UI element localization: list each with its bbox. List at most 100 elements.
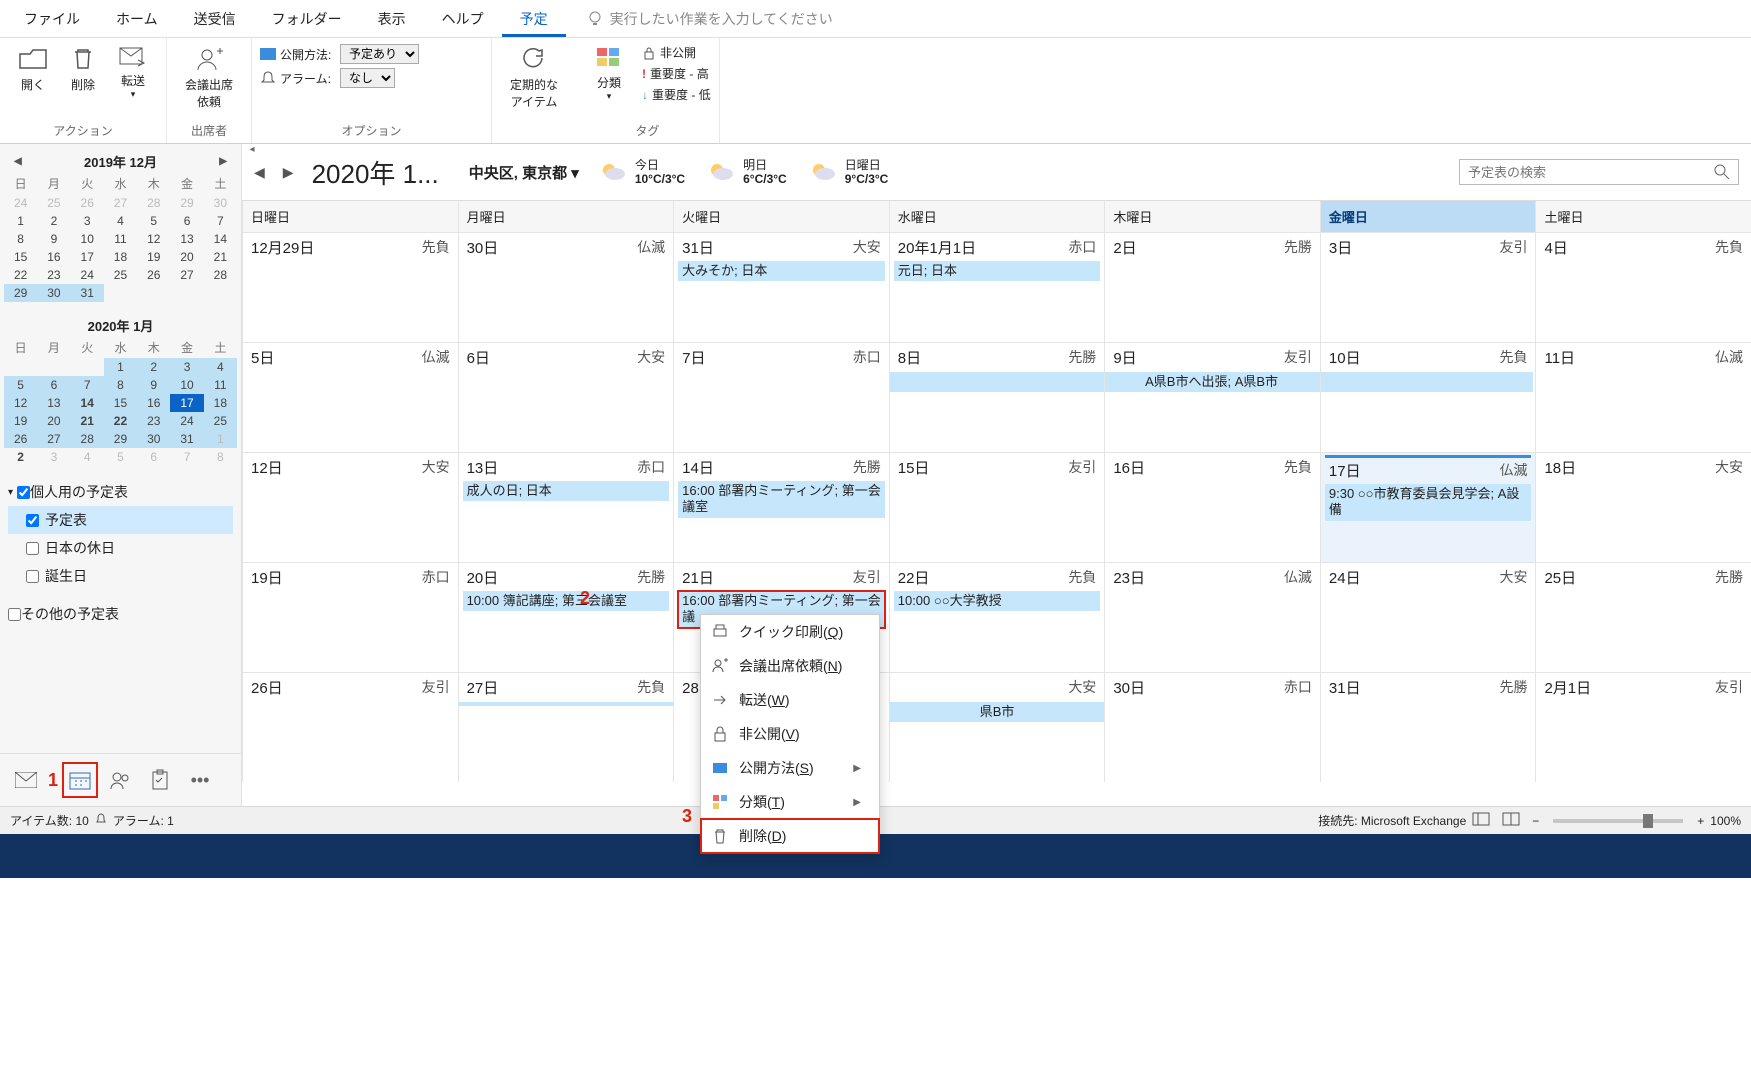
minical-day[interactable]: 29 [104,430,137,448]
minical-day[interactable]: 18 [204,394,237,412]
calendar-cell[interactable]: 31日先勝 [1320,673,1536,782]
menu-フォルダー[interactable]: フォルダー [254,1,360,37]
forward-button[interactable]: 転送▾ [110,42,156,104]
minical-day[interactable]: 8 [4,230,37,248]
minical-day[interactable]: 12 [137,230,170,248]
calendar-cell[interactable]: 8日先勝A県B市へ出張; A県B市 [889,343,1105,452]
minical-day[interactable]: 23 [37,266,70,284]
minical-day[interactable]: 24 [170,412,203,430]
calendar-group-other[interactable]: その他の予定表 [8,600,233,628]
minical-prev[interactable]: ◀ [8,154,28,169]
zoom-in[interactable]: + [1697,814,1704,828]
calendar-cell[interactable]: 17日仏滅9:30 ○○市教育委員会見学会; A設備 [1320,453,1536,562]
calendar-cell[interactable]: 20年1月1日赤口元日; 日本 [889,233,1105,342]
calendar-cell[interactable]: 23日仏滅 [1104,563,1320,672]
minical-day[interactable]: 11 [204,376,237,394]
calendar-cell[interactable]: 2日先勝 [1104,233,1320,342]
minical-day[interactable]: 15 [4,248,37,266]
calendar-cell[interactable]: 7日赤口 [673,343,889,452]
calendar-cell[interactable]: 15日友引 [889,453,1105,562]
calendar-cell[interactable]: 6日大安 [458,343,674,452]
view-reading-icon[interactable] [1502,812,1520,829]
minical-day[interactable] [204,284,237,302]
minical-day[interactable]: 1 [204,430,237,448]
minical-day[interactable]: 13 [37,394,70,412]
minical-day[interactable]: 27 [104,194,137,212]
calendar-event[interactable]: 10:00 ○○大学教授 [894,591,1101,611]
calendar-event[interactable]: 成人の日; 日本 [463,481,670,501]
minical-day[interactable] [104,284,137,302]
zoom-slider[interactable] [1553,819,1683,823]
calendar-item[interactable]: 予定表 [8,506,233,534]
calendar-cell[interactable]: 14日先勝16:00 部署内ミーティング; 第一会議室 [673,453,889,562]
minical-day[interactable]: 2 [37,212,70,230]
private-button[interactable]: 非公開 [642,44,711,61]
tell-me-search[interactable]: 実行したい作業を入力してください [586,9,833,29]
mail-nav-icon[interactable] [8,762,44,798]
calendar-cell[interactable]: 25日先勝 [1535,563,1751,672]
calendar-cell[interactable]: 19日赤口 [242,563,458,672]
minical-day[interactable]: 26 [137,266,170,284]
location-picker[interactable]: 中央区, 東京都 ▾ [469,162,579,183]
calendar-search[interactable] [1459,159,1739,185]
open-button[interactable]: 開く [10,42,56,97]
minical-day[interactable]: 3 [37,448,70,466]
people-nav-icon[interactable] [102,762,138,798]
minical-day[interactable] [37,358,70,376]
meeting-request-button[interactable]: 会議出席 依頼 [177,42,241,114]
minical-day[interactable]: 26 [71,194,104,212]
menu-表示[interactable]: 表示 [360,1,424,37]
minical-day[interactable]: 10 [170,376,203,394]
minical-day[interactable]: 12 [4,394,37,412]
calendar-cell[interactable]: 大安県B市 [889,673,1105,782]
minical-day[interactable] [170,284,203,302]
minical-day[interactable]: 16 [137,394,170,412]
menu-ホーム[interactable]: ホーム [98,1,176,37]
minical-day[interactable]: 1 [4,212,37,230]
minical-day[interactable]: 29 [4,284,37,302]
minical-day[interactable]: 8 [104,376,137,394]
minical-day[interactable]: 21 [71,412,104,430]
minical-day[interactable]: 6 [137,448,170,466]
importance-high-button[interactable]: !重要度 - 高 [642,65,711,82]
calendar-cell[interactable]: 31日大安大みそか; 日本 [673,233,889,342]
calendar-cell[interactable]: 13日赤口成人の日; 日本 [458,453,674,562]
minical-day[interactable]: 5 [104,448,137,466]
menu-ヘルプ[interactable]: ヘルプ [424,1,502,37]
calendar-cell[interactable]: 9日友引 [1104,343,1320,452]
importance-low-button[interactable]: ↓重要度 - 低 [642,86,711,103]
minical-day[interactable]: 20 [170,248,203,266]
menu-予定[interactable]: 予定 [502,1,566,37]
minical-day[interactable]: 6 [37,376,70,394]
minical-day[interactable]: 14 [204,230,237,248]
ctxmenu-category[interactable]: 分類(T)▶ [701,785,879,819]
zoom-out[interactable]: − [1532,814,1539,828]
minical-day[interactable]: 23 [137,412,170,430]
minical-day[interactable]: 11 [104,230,137,248]
calendar-event[interactable]: 大みそか; 日本 [678,261,885,281]
minical-day[interactable]: 9 [37,230,70,248]
minical-day[interactable]: 7 [71,376,104,394]
minical-day[interactable]: 6 [170,212,203,230]
minical-day[interactable] [4,358,37,376]
calendar-cell[interactable]: 11日仏滅 [1535,343,1751,452]
minical-day[interactable]: 18 [104,248,137,266]
search-input[interactable] [1468,165,1714,180]
minical-day[interactable]: 30 [37,284,70,302]
minical-day[interactable]: 2 [137,358,170,376]
minical-day[interactable]: 5 [4,376,37,394]
calendar-cell[interactable]: 30日赤口 [1104,673,1320,782]
sidebar-collapse[interactable]: ◂ [242,144,262,160]
next-period[interactable]: ▶ [283,164,294,181]
calendar-group-personal[interactable]: ▾個人用の予定表 [8,478,233,506]
minical-day[interactable]: 25 [204,412,237,430]
calendar-event[interactable]: 9:30 ○○市教育委員会見学会; A設備 [1325,484,1532,521]
calendar-cell[interactable]: 5日仏滅 [242,343,458,452]
menu-送受信[interactable]: 送受信 [176,1,254,37]
minical-day[interactable] [71,358,104,376]
view-normal-icon[interactable] [1472,812,1490,829]
calendar-cell[interactable]: 27日先負 [458,673,674,782]
alarm-select[interactable]: なし [340,68,395,88]
minical-day[interactable]: 27 [37,430,70,448]
minical-day[interactable]: 7 [204,212,237,230]
